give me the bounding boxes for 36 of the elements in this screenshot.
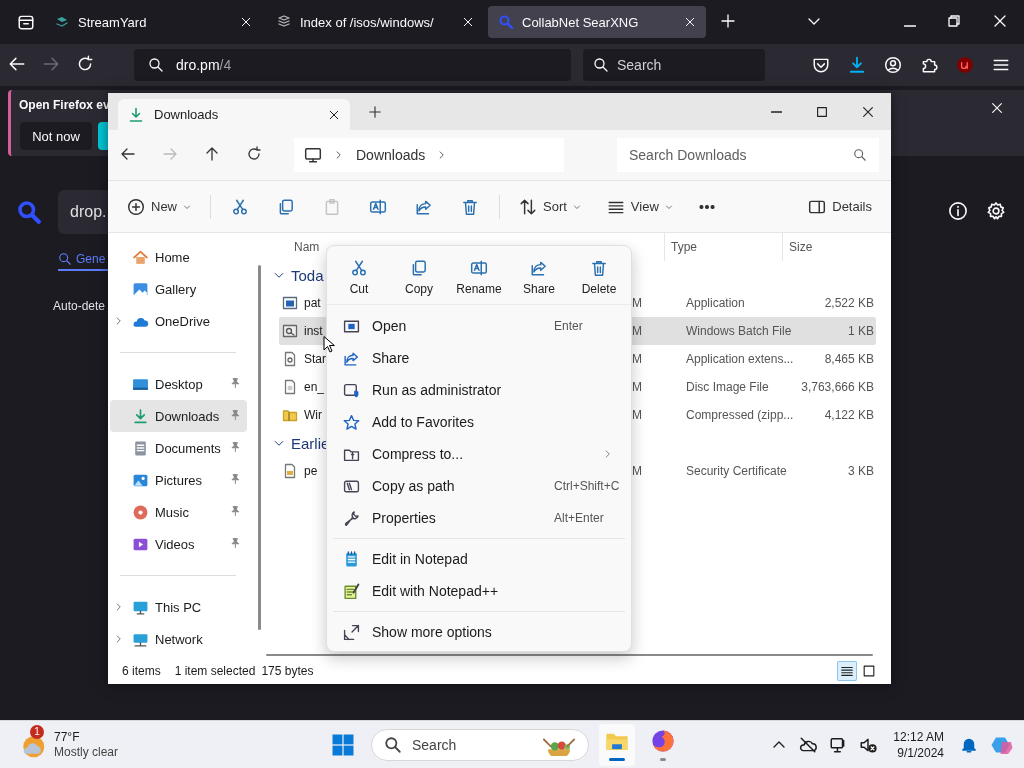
file-type: Application	[686, 296, 746, 310]
file-date: M	[631, 352, 643, 366]
file-name: Wir	[304, 408, 322, 422]
item-count: 6 items	[122, 664, 161, 678]
file-date: M	[631, 296, 643, 310]
selection-size: 175 bytes	[261, 664, 314, 678]
shortcut-label: Alt+Enter	[554, 511, 604, 525]
language-label: Auto-dete	[53, 299, 106, 313]
temperature: 77°F	[54, 729, 81, 745]
file-date: M	[631, 324, 643, 338]
file-type: Security Certificate	[686, 464, 788, 478]
file-date: M	[631, 380, 643, 394]
url-host: dro.pm	[176, 57, 220, 73]
url-path: /4	[219, 57, 232, 73]
file-size: 4,122 KB	[823, 408, 874, 422]
weather-condition: Mostly clear	[54, 744, 118, 760]
file-name: inst	[304, 324, 323, 338]
file-date: M	[631, 408, 643, 422]
selection-info: 1 item selected	[174, 664, 256, 678]
file-name: pe	[304, 464, 318, 478]
file-type: Application extens...	[686, 352, 795, 366]
file-name: Star	[304, 352, 326, 366]
shortcut-label: Ctrl+Shift+C	[554, 479, 620, 493]
file-type: Windows Batch File	[686, 324, 793, 338]
file-date: M	[631, 464, 643, 478]
file-type: Disc Image File	[686, 380, 770, 394]
file-type: Compressed (zipp...	[686, 408, 795, 422]
file-size: 8,465 KB	[823, 352, 874, 366]
shortcut-label: Enter	[554, 319, 583, 333]
file-name: en_	[304, 380, 325, 394]
file-size: 1 KB	[847, 324, 874, 338]
file-size: 3 KB	[847, 464, 874, 478]
file-name: pat	[304, 296, 321, 310]
file-size: 2,522 KB	[823, 296, 874, 310]
notification-badge: 1	[30, 724, 44, 739]
file-size: 3,763,666 KB	[800, 380, 874, 394]
